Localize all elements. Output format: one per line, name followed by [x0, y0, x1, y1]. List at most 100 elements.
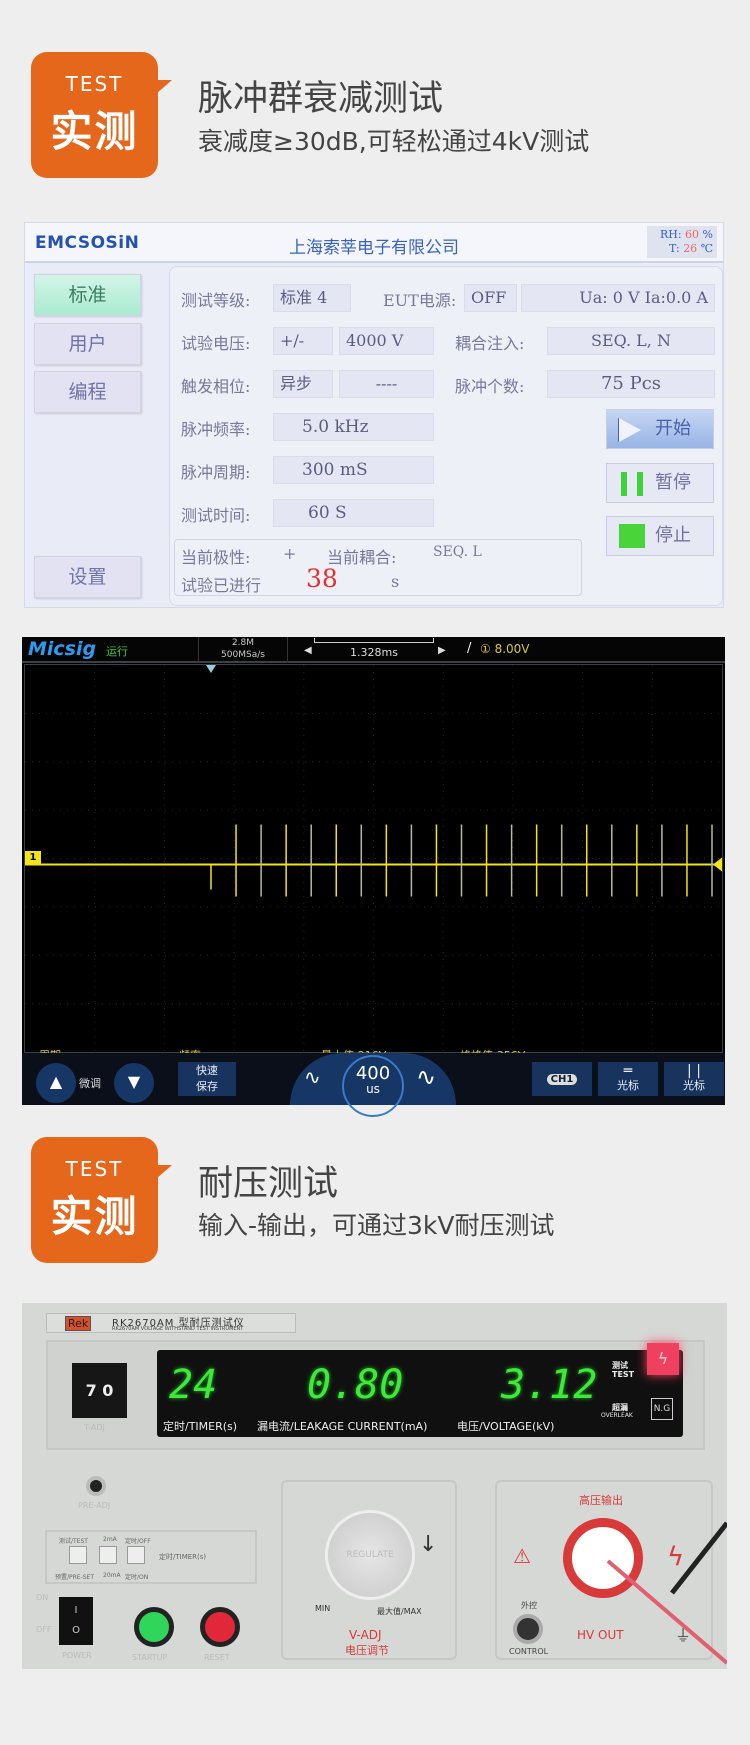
badge-top: TEST — [65, 72, 124, 96]
scope-top-bar: Micsig 运行 2.8M 500MSa/s ◀ 1.328ms ▶ / ① … — [22, 637, 725, 663]
eut-label: EUT电源: — [383, 291, 457, 310]
rising-edge-icon: / — [467, 641, 472, 656]
run-state[interactable]: 运行 — [106, 643, 128, 659]
time-field[interactable]: 60 S — [273, 499, 434, 527]
start-button[interactable]: 开始 — [606, 409, 714, 449]
phase-label: 触发相位: — [181, 377, 251, 396]
quick-save-line1: 快速 — [196, 1064, 218, 1077]
cur-coupling: SEQ. L — [433, 544, 482, 560]
start-label: 开始 — [655, 418, 691, 439]
trigger-level-value: 8.00V — [494, 642, 530, 656]
level-label: 测试等级: — [181, 291, 251, 310]
freq-field[interactable]: 5.0 kHz — [273, 413, 434, 441]
h-cursor-label: 光标 — [617, 1079, 639, 1092]
timebase-number: 400 — [355, 1063, 391, 1084]
time-left-arrow-icon[interactable]: ◀ — [304, 645, 312, 656]
red-test-lead — [606, 1559, 727, 1665]
section-title: 脉冲群衰减测试 — [198, 79, 444, 119]
t-unit: ℃ — [700, 242, 713, 255]
phase-field[interactable]: 异步 — [273, 370, 333, 398]
test-leads — [606, 1521, 727, 1665]
burst-tester-screen: EMCSOSiN 上海索莘电子有限公司 RH: 60 % T: 26 ℃ 标准 … — [24, 222, 724, 608]
black-test-lead — [670, 1521, 727, 1595]
t-value: 26 — [683, 242, 698, 255]
ch1-label: CH1 — [546, 1074, 578, 1085]
t-label: T: — [669, 242, 680, 255]
mem-depth: 2.8M — [231, 638, 255, 648]
stop-label: 停止 — [655, 525, 691, 546]
pause-label: 暂停 — [655, 472, 691, 493]
phase-angle-field[interactable]: ---- — [339, 370, 434, 398]
tab-standard[interactable]: 标准 — [34, 274, 141, 316]
badge-top: TEST — [65, 1157, 124, 1181]
coupling-label: 耦合注入: — [455, 334, 525, 353]
trigger-position-marker — [206, 665, 216, 673]
level-field[interactable]: 标准 4 — [273, 284, 351, 312]
section-title-2: 耐压测试 — [198, 1164, 339, 1204]
trigger-level-marker — [713, 857, 722, 872]
freq-label: 脉冲频率: — [181, 420, 251, 439]
test-badge: TEST 实测 — [31, 52, 172, 178]
v-cursor-button[interactable]: | | 光标 — [664, 1062, 724, 1096]
cur-polarity: + — [283, 544, 297, 563]
elapsed-label: 试验已进行 — [181, 576, 262, 595]
pause-icon-bar — [637, 472, 643, 496]
count-field[interactable]: 75 Pcs — [547, 370, 715, 398]
section-subtitle-2: 输入-输出，可通过3kV耐压测试 — [198, 1211, 555, 1240]
v-cursor-label: 光标 — [683, 1079, 705, 1092]
wave-small-icon: ∿ — [304, 1065, 321, 1089]
sample-rate: 500MSa/s — [221, 650, 265, 660]
screen-header: EMCSOSiN 上海索莘电子有限公司 RH: 60 % T: 26 ℃ — [25, 223, 723, 263]
status-box: 当前极性: + 当前耦合: SEQ. L 试验已进行 38 s — [174, 539, 582, 596]
trigger-time: 1.328ms — [350, 646, 398, 659]
fine-up-button[interactable]: ▲ — [36, 1063, 76, 1103]
h-cursor-button[interactable]: ═ 光标 — [598, 1062, 658, 1096]
period-field[interactable]: 300 mS — [273, 456, 434, 484]
acq-info[interactable]: 2.8M 500MSa/s — [198, 637, 288, 663]
pause-button[interactable]: 暂停 — [606, 463, 714, 503]
elapsed-unit: s — [391, 572, 400, 591]
v-cursor-icon: | | — [687, 1063, 701, 1079]
timebase-dial[interactable]: ∿ 400 us ∿ — [290, 1053, 456, 1117]
count-label: 脉冲个数: — [455, 377, 525, 396]
oscilloscope-screen: Micsig 运行 2.8M 500MSa/s ◀ 1.328ms ▶ / ① … — [22, 637, 725, 1117]
voltage-field[interactable]: 4000 V — [339, 327, 434, 355]
cur-polarity-label: 当前极性: — [181, 548, 251, 567]
tab-program[interactable]: 编程 — [34, 371, 141, 413]
scope-bottom-bar: ▲ 微调 ▼ 快速 保存 ∿ 400 us ∿ CH1 ═ 光标 | | 光标 — [22, 1053, 725, 1117]
tab-settings[interactable]: 设置 — [34, 556, 141, 598]
waveform-svg — [25, 665, 722, 1052]
triangle-down-icon: ▼ — [127, 1072, 141, 1091]
stop-button[interactable]: 停止 — [606, 516, 714, 556]
tab-user[interactable]: 用户 — [34, 323, 141, 365]
rh-unit: % — [702, 228, 713, 241]
channel-1-marker[interactable]: 1 — [25, 851, 41, 865]
trigger-level[interactable]: ① 8.00V — [480, 642, 530, 656]
time-right-arrow-icon[interactable]: ▶ — [438, 645, 446, 656]
company-name: 上海索莘电子有限公司 — [289, 238, 459, 258]
quick-save-button[interactable]: 快速 保存 — [178, 1062, 236, 1096]
test-badge-2: TEST 实测 — [31, 1137, 172, 1263]
badge-main: 实测 — [50, 107, 139, 156]
time-label: 测试时间: — [181, 506, 251, 525]
stop-icon — [619, 524, 645, 548]
position-bar[interactable] — [314, 638, 434, 643]
eut-field[interactable]: OFF — [464, 284, 517, 312]
fine-down-button[interactable]: ▼ — [114, 1063, 154, 1103]
ch1-button[interactable]: CH1 — [532, 1062, 592, 1096]
timebase-value: 400 us — [342, 1055, 404, 1117]
coupling-field[interactable]: SEQ. L, N — [547, 327, 715, 355]
ua-ia-readout: Ua: 0 V Ia:0.0 A — [521, 284, 715, 312]
rh-value: 60 — [685, 228, 700, 241]
polarity-field[interactable]: +/- — [273, 327, 333, 355]
rh-label: RH: — [659, 228, 682, 241]
play-icon — [619, 418, 641, 442]
wave-large-icon: ∿ — [416, 1063, 437, 1091]
env-readout: RH: 60 % T: 26 ℃ — [647, 226, 717, 258]
timebase-unit: us — [366, 1082, 380, 1096]
micsig-logo: Micsig — [28, 638, 97, 660]
section-subtitle: 衰减度≥30dB,可轻松通过4kV测试 — [198, 127, 590, 156]
pause-icon — [621, 472, 627, 496]
fine-tune-label: 微调 — [79, 1077, 101, 1090]
voltage-label: 试验电压: — [181, 334, 251, 353]
